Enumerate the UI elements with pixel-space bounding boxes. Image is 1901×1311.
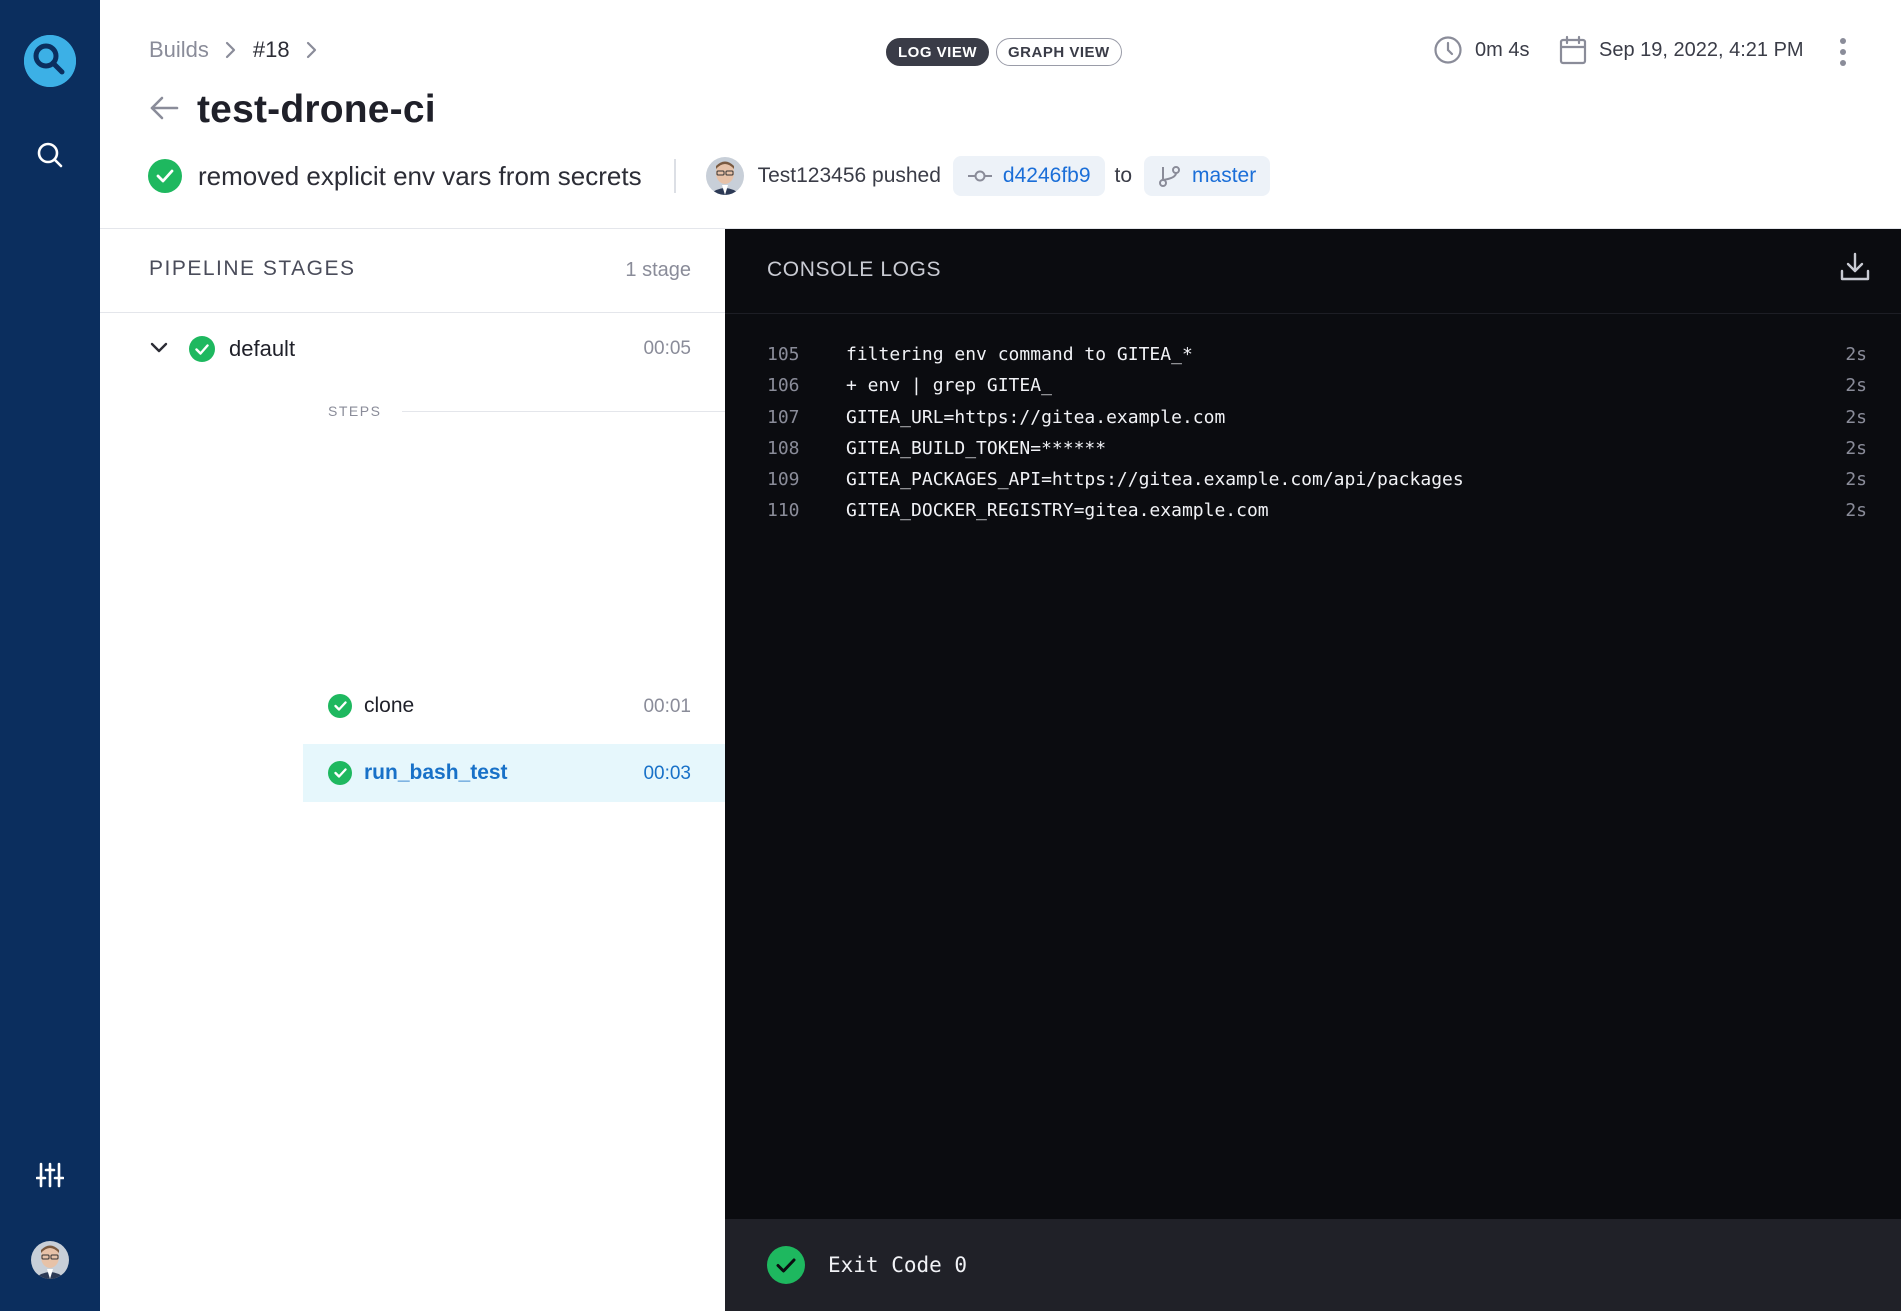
stage-row[interactable]: default 00:05 bbox=[100, 326, 725, 376]
log-line-number: 110 bbox=[767, 500, 800, 522]
divider bbox=[402, 411, 725, 412]
log-line: 107 GITEA_URL=https://gitea.example.com … bbox=[725, 403, 1901, 434]
console-header: CONSOLE LOGS bbox=[725, 229, 1901, 314]
commit-info: removed explicit env vars from secrets T… bbox=[148, 155, 1271, 197]
log-line-text: GITEA_URL=https://gitea.example.com bbox=[846, 406, 1226, 428]
log-line-text: filtering env command to GITEA_* bbox=[846, 344, 1193, 365]
duration: 0m 4s bbox=[1433, 35, 1529, 65]
stage-name: default bbox=[229, 336, 296, 361]
log-line-time: 2s bbox=[1845, 375, 1867, 397]
log-line-number: 108 bbox=[767, 437, 800, 459]
drone-logo-icon[interactable] bbox=[24, 35, 76, 87]
log-view-button[interactable]: LOG VIEW bbox=[886, 38, 989, 66]
pipeline-heading: PIPELINE STAGES bbox=[149, 257, 356, 280]
sliders-icon[interactable] bbox=[30, 1155, 70, 1195]
build-date-value: Sep 19, 2022, 4:21 PM bbox=[1599, 38, 1804, 61]
log-line-time: 2s bbox=[1845, 344, 1867, 365]
success-check-icon bbox=[767, 1246, 805, 1284]
log-line: 108 GITEA_BUILD_TOKEN=****** 2s bbox=[725, 434, 1901, 465]
step-time: 00:01 bbox=[643, 696, 691, 717]
log-line-time: 2s bbox=[1845, 500, 1867, 522]
branch-name[interactable]: master bbox=[1192, 164, 1256, 188]
stage-count: 1 stage bbox=[625, 259, 691, 281]
log-line-number: 109 bbox=[767, 469, 800, 491]
breadcrumb-build-number[interactable]: #18 bbox=[253, 37, 290, 63]
graph-view-button[interactable]: GRAPH VIEW bbox=[996, 38, 1122, 66]
step-row-run-bash-test[interactable]: run_bash_test 00:03 bbox=[303, 744, 725, 802]
branch-icon bbox=[1159, 166, 1181, 187]
step-time: 00:03 bbox=[643, 763, 691, 784]
chevron-down-icon[interactable] bbox=[150, 341, 168, 359]
to-label: to bbox=[1114, 164, 1133, 187]
calendar-icon bbox=[1559, 35, 1587, 65]
log-line-time: 2s bbox=[1845, 437, 1867, 459]
branch-link[interactable]: master bbox=[1144, 156, 1271, 196]
avatar[interactable] bbox=[31, 1241, 69, 1279]
commit-sha[interactable]: d4246fb9 bbox=[1003, 164, 1091, 188]
clock-icon bbox=[1434, 36, 1462, 64]
avatar bbox=[705, 157, 744, 195]
step-name: clone bbox=[364, 694, 415, 717]
stage-time: 00:05 bbox=[643, 338, 691, 359]
breadcrumb: Builds #18 bbox=[149, 37, 334, 63]
build-date: Sep 19, 2022, 4:21 PM bbox=[1559, 35, 1804, 65]
view-toggle: LOG VIEW GRAPH VIEW bbox=[886, 38, 1122, 66]
chevron-right-icon bbox=[225, 41, 237, 59]
exit-code-bar: Exit Code 0 bbox=[725, 1219, 1901, 1311]
pusher-text: Test123456 pushed bbox=[757, 164, 941, 187]
chevron-right-icon bbox=[306, 41, 318, 59]
step-name: run_bash_test bbox=[364, 761, 508, 784]
log-line-text: + env | grep GITEA_ bbox=[846, 375, 1052, 397]
commit-sha-link[interactable]: d4246fb9 bbox=[952, 156, 1105, 196]
log-line: 109 GITEA_PACKAGES_API=https://gitea.exa… bbox=[725, 465, 1901, 496]
pipeline-header: PIPELINE STAGES 1 stage bbox=[100, 229, 725, 313]
log-line-text: GITEA_BUILD_TOKEN=****** bbox=[846, 437, 1107, 459]
exit-code-text: Exit Code 0 bbox=[828, 1253, 968, 1277]
log-line-number: 107 bbox=[767, 406, 800, 428]
log-line-text: GITEA_DOCKER_REGISTRY=gitea.example.com bbox=[846, 500, 1269, 522]
breadcrumb-builds-link[interactable]: Builds bbox=[149, 37, 209, 63]
log-line-number: 105 bbox=[767, 344, 800, 365]
log-line-number: 106 bbox=[767, 375, 800, 397]
success-check-icon bbox=[148, 159, 182, 193]
success-check-icon bbox=[189, 336, 215, 362]
console-logs-panel: CONSOLE LOGS 105 filtering env command t… bbox=[725, 229, 1901, 1311]
log-line-time: 2s bbox=[1845, 469, 1867, 491]
search-icon[interactable] bbox=[30, 135, 70, 175]
pipeline-stages-panel: PIPELINE STAGES 1 stage default 00:05 ST… bbox=[100, 229, 725, 1311]
sidebar bbox=[0, 0, 100, 1311]
log-line: 110 GITEA_DOCKER_REGISTRY=gitea.example.… bbox=[725, 496, 1901, 527]
title-row: test-drone-ci bbox=[149, 88, 436, 132]
log-line: 105 filtering env command to GITEA_* 2s bbox=[725, 340, 1901, 371]
build-header: Builds #18 LOG VIEW GRAPH VIEW 0m 4s Sep… bbox=[100, 0, 1901, 229]
log-line: 106 + env | grep GITEA_ 2s bbox=[725, 371, 1901, 402]
divider bbox=[673, 159, 676, 193]
success-check-icon bbox=[328, 694, 352, 718]
log-line-text: GITEA_PACKAGES_API=https://gitea.example… bbox=[846, 469, 1464, 491]
log-lines: 105 filtering env command to GITEA_* 2s … bbox=[725, 340, 1901, 528]
more-options-icon[interactable] bbox=[1831, 36, 1855, 68]
duration-value: 0m 4s bbox=[1475, 38, 1530, 61]
steps-label: STEPS bbox=[328, 403, 382, 419]
commit-icon bbox=[967, 170, 992, 182]
commit-message: removed explicit env vars from secrets bbox=[198, 160, 642, 191]
log-line-time: 2s bbox=[1845, 406, 1867, 428]
step-row-clone[interactable]: clone 00:01 bbox=[303, 677, 725, 735]
download-icon[interactable] bbox=[1839, 251, 1871, 288]
success-check-icon bbox=[328, 761, 352, 785]
console-heading: CONSOLE LOGS bbox=[767, 258, 942, 281]
page-title: test-drone-ci bbox=[197, 88, 436, 131]
back-arrow-icon[interactable] bbox=[149, 95, 179, 126]
